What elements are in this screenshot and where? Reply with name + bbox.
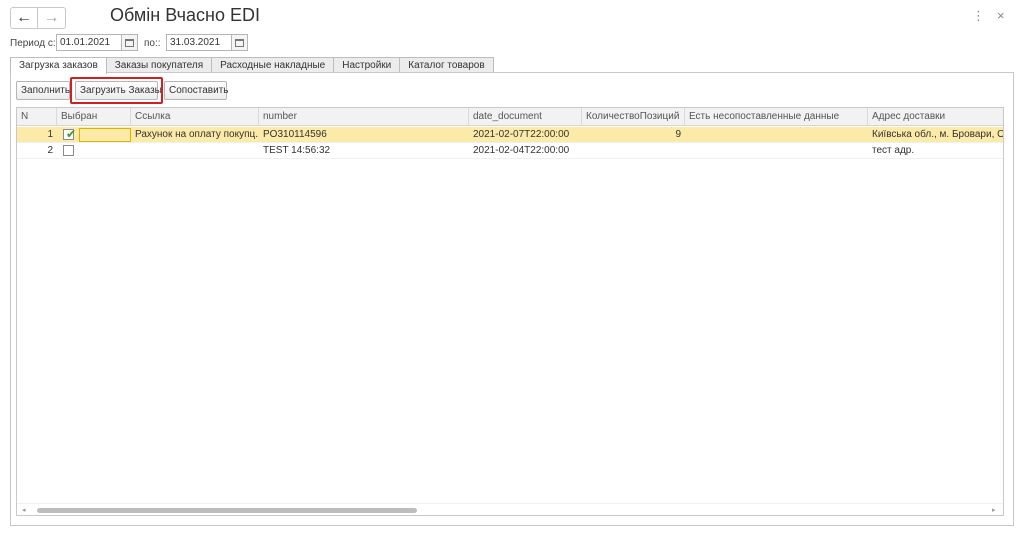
row-number: 2 [47, 145, 53, 156]
table-row[interactable]: 2 TEST 14:56:32 2021-02-04T22:00:00 тест… [17, 143, 1003, 159]
selected-checkbox[interactable]: ✔ [63, 127, 77, 141]
back-button[interactable]: ← [10, 7, 38, 29]
address-cell[interactable]: тест адр. [868, 143, 1003, 159]
date-cell[interactable]: 2021-02-07T22:00:00 [469, 127, 582, 143]
scroll-thumb[interactable] [37, 508, 417, 513]
column-header[interactable]: Адрес доставки [868, 108, 1003, 126]
row-number: 1 [47, 129, 53, 140]
scroll-left-icon[interactable]: ◂ [22, 506, 26, 514]
tab-load-orders[interactable]: Загрузка заказов [10, 57, 107, 74]
calendar-icon [125, 38, 134, 47]
column-header[interactable]: number [259, 108, 469, 126]
match-button[interactable]: Сопоставить [164, 81, 228, 100]
arrow-left-icon: ← [16, 9, 32, 26]
address-cell[interactable]: Київська обл., м. Бровари, Об [868, 127, 1003, 143]
selected-checkbox[interactable] [63, 145, 74, 156]
date-cell[interactable]: 2021-02-04T22:00:00 [469, 143, 582, 159]
fill-button[interactable]: Заполнить [16, 81, 70, 100]
tab-catalog[interactable]: Каталог товаров [399, 57, 494, 73]
number-cell[interactable]: PO310114596 [259, 127, 469, 143]
period-from-label: Период с:: [10, 38, 59, 49]
orders-table: N Выбран Ссылка number date_document Кол… [16, 107, 1004, 516]
column-header[interactable]: Есть несопоставленные данные [685, 108, 868, 126]
column-header[interactable]: Выбран [57, 108, 131, 126]
link-cell[interactable]: Рахунок на оплату покупц... [131, 127, 259, 143]
checkmark-icon: ✔ [66, 127, 77, 141]
column-header[interactable]: N [17, 108, 57, 126]
period-to-label: по:: [144, 38, 161, 49]
page-title: Обмін Вчасно EDI [110, 5, 260, 25]
close-icon[interactable]: × [997, 8, 1005, 23]
column-header[interactable]: КоличествоПозиций [582, 108, 685, 126]
tab-customer-orders[interactable]: Заказы покупателя [105, 57, 213, 73]
unmatched-cell[interactable] [685, 143, 868, 159]
link-cell[interactable] [131, 143, 259, 159]
calendar-icon [235, 38, 244, 47]
arrow-right-icon: → [43, 9, 60, 26]
tab-settings[interactable]: Настройки [333, 57, 401, 73]
scroll-right-icon[interactable]: ▸ [992, 506, 996, 514]
tab-bar: Загрузка заказов Заказы покупателя Расхо… [10, 57, 494, 74]
more-options-icon[interactable]: ⋮ [972, 8, 985, 24]
active-cell-frame [79, 128, 131, 142]
number-cell[interactable]: TEST 14:56:32 [259, 143, 469, 159]
table-row[interactable]: 1 ✔ Рахунок на оплату покупц... PO310114… [17, 127, 1003, 143]
forward-button[interactable]: → [38, 7, 66, 29]
count-cell[interactable]: 9 [582, 127, 685, 143]
tab-invoices[interactable]: Расходные накладные [211, 57, 335, 73]
table-header: N Выбран Ссылка number date_document Кол… [17, 108, 1003, 126]
unmatched-cell[interactable] [685, 127, 868, 143]
horizontal-scrollbar[interactable]: ◂ ▸ [17, 503, 1003, 515]
calendar-from-button[interactable] [121, 34, 138, 51]
column-header[interactable]: date_document [469, 108, 582, 126]
calendar-to-button[interactable] [231, 34, 248, 51]
column-header[interactable]: Ссылка [131, 108, 259, 126]
count-cell[interactable] [582, 143, 685, 159]
highlight-frame [70, 77, 163, 104]
